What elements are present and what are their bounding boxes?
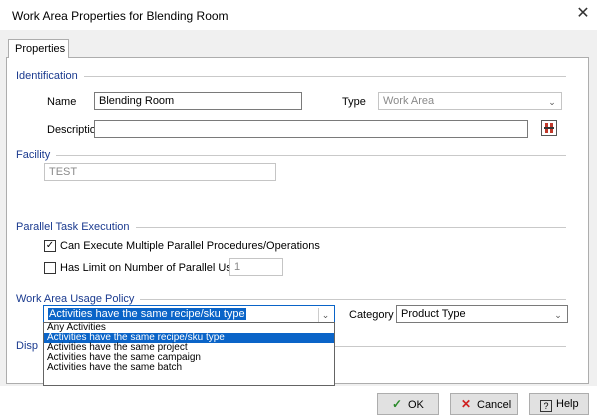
- help-label: Help: [556, 398, 579, 410]
- policy-combo[interactable]: Activities have the same recipe/sku type…: [43, 305, 335, 323]
- help-button[interactable]: ? Help: [529, 393, 589, 415]
- can-execute-checkbox[interactable]: ✓: [44, 240, 56, 252]
- category-label: Category: [349, 309, 394, 321]
- lookup-icon[interactable]: [541, 120, 557, 136]
- check-icon: ✓: [391, 397, 403, 411]
- description-field[interactable]: [94, 120, 528, 138]
- close-button[interactable]: ✕: [574, 5, 592, 23]
- cancel-button[interactable]: ✕ Cancel: [450, 393, 518, 415]
- category-combo[interactable]: Product Type ⌄: [396, 305, 568, 323]
- can-execute-label: Can Execute Multiple Parallel Procedures…: [60, 240, 320, 252]
- chevron-down-icon: ⌄: [554, 310, 562, 320]
- identification-header: Identification: [16, 70, 84, 82]
- type-label: Type: [342, 96, 366, 108]
- type-value: Work Area: [383, 95, 435, 107]
- dropdown-option[interactable]: Activities have the same batch: [44, 363, 334, 373]
- cancel-label: Cancel: [477, 399, 512, 411]
- policy-value: Activities have the same recipe/sku type: [48, 308, 246, 320]
- usage-header: Work Area Usage Policy: [16, 293, 141, 305]
- chevron-down-icon: ⌄: [548, 97, 556, 107]
- identification-divider: [16, 76, 566, 77]
- name-label: Name: [47, 96, 77, 108]
- close-icon: ✕: [460, 397, 472, 411]
- facility-header: Facility: [16, 149, 57, 161]
- type-combo: Work Area ⌄: [378, 92, 562, 110]
- window-title: Work Area Properties for Blending Room: [12, 9, 229, 23]
- chevron-down-icon[interactable]: ⌄: [318, 308, 332, 322]
- has-limit-checkbox[interactable]: [44, 262, 56, 274]
- name-field[interactable]: Blending Room: [94, 92, 302, 110]
- ok-button[interactable]: ✓ OK: [377, 393, 439, 415]
- ok-label: OK: [408, 399, 424, 411]
- tab-properties[interactable]: Properties: [8, 39, 69, 58]
- partial-header: Disp: [16, 340, 45, 352]
- help-icon: ?: [540, 400, 552, 412]
- facility-divider: [16, 155, 566, 156]
- facility-field: TEST: [44, 163, 276, 181]
- policy-dropdown-list: Any Activities Activities have the same …: [43, 322, 335, 386]
- category-value: Product Type: [401, 308, 466, 320]
- parallel-header: Parallel Task Execution: [16, 221, 136, 233]
- limit-field: 1: [229, 258, 283, 276]
- has-limit-label: Has Limit on Number of Parallel Uses: [60, 262, 244, 274]
